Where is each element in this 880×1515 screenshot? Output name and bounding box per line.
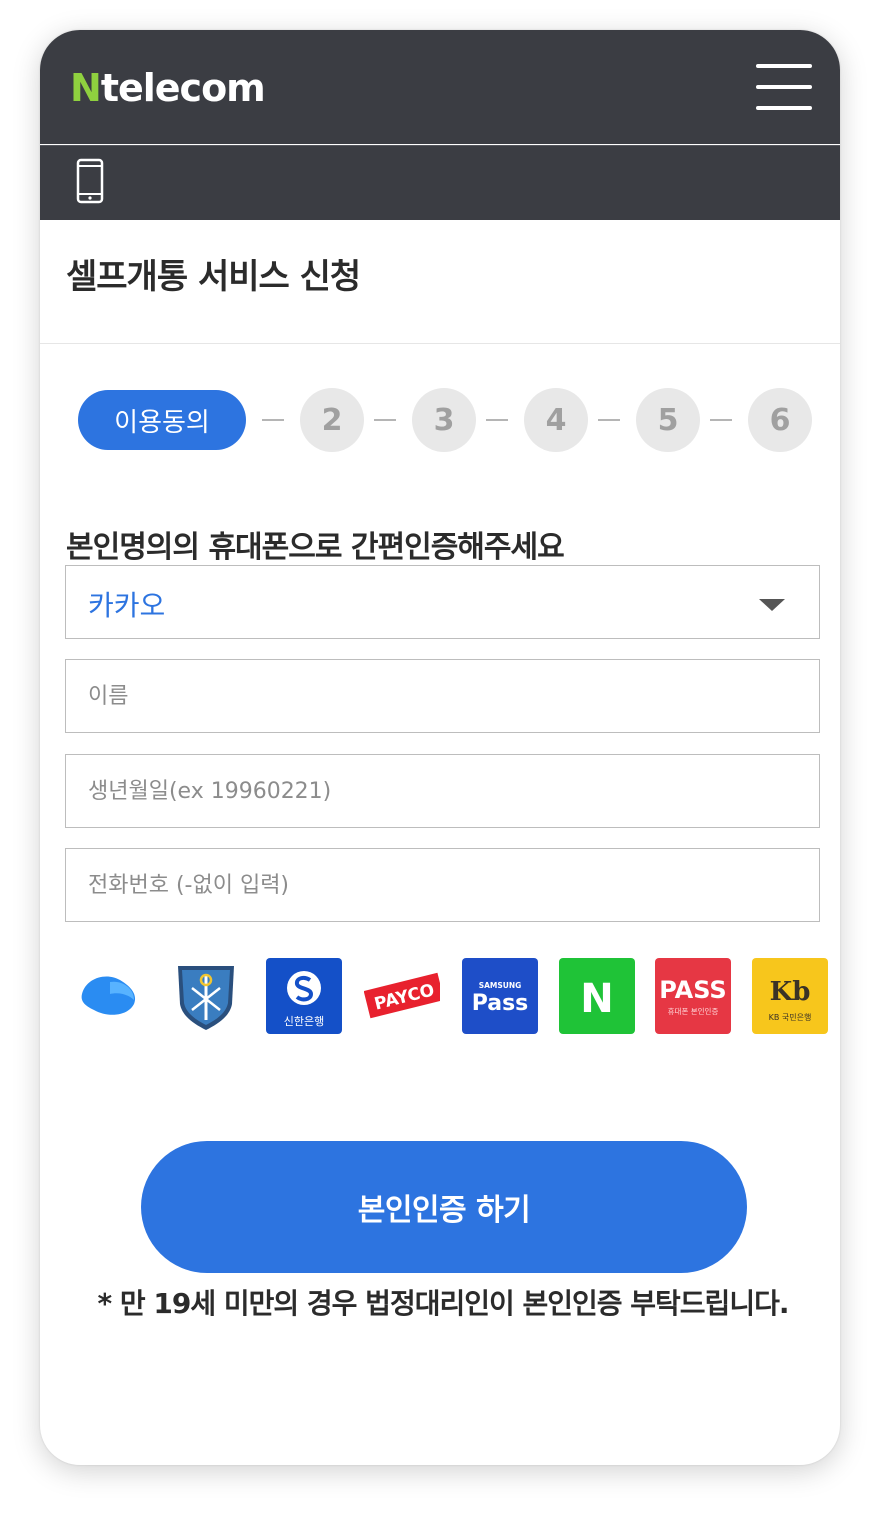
- step-1-active: 이용동의: [78, 390, 246, 450]
- step-2: 2: [300, 388, 364, 452]
- samsung-pass-label: Pass: [472, 991, 529, 1016]
- chevron-down-icon: [759, 599, 785, 611]
- step-4: 4: [524, 388, 588, 452]
- samsung-pass-icon[interactable]: SAMSUNG Pass: [462, 958, 538, 1034]
- page-title: 셀프개통 서비스 신청: [66, 257, 361, 297]
- provider-select[interactable]: 카카오: [65, 565, 820, 639]
- brand-logo-n: N: [70, 66, 102, 110]
- hamburger-line: [756, 85, 812, 89]
- shinhan-bank-icon[interactable]: 신한은행: [266, 958, 342, 1034]
- step-divider: [598, 419, 620, 421]
- auth-provider-list: 신한은행 PAYCO SAMSUNG Pass N PASS 휴대폰 본인인증: [72, 956, 828, 1036]
- naver-icon[interactable]: N: [559, 958, 635, 1034]
- step-divider: [710, 419, 732, 421]
- kb-subtext: KB 국민은행: [769, 1012, 812, 1022]
- step-divider: [486, 419, 508, 421]
- pass-subtext: 휴대폰 본인인증: [668, 1006, 719, 1016]
- kb-label: Kb: [770, 977, 811, 1007]
- phone-field-box: [65, 848, 820, 922]
- name-input[interactable]: [66, 660, 819, 732]
- birthdate-input[interactable]: [66, 755, 819, 827]
- kb-bank-icon[interactable]: Kb KB 국민은행: [752, 958, 828, 1034]
- payco-icon[interactable]: PAYCO: [364, 958, 440, 1034]
- identity-verify-button[interactable]: 본인인증 하기: [141, 1141, 747, 1273]
- step-divider: [262, 419, 284, 421]
- brand-logo-text: telecom: [100, 66, 266, 110]
- step-divider: [374, 419, 396, 421]
- sub-navigation-bar: [40, 145, 840, 220]
- step-5: 5: [636, 388, 700, 452]
- shield-cert-icon[interactable]: [168, 958, 244, 1034]
- phone-number-input[interactable]: [66, 849, 819, 921]
- step-6: 6: [748, 388, 812, 452]
- shinhan-subtext: 신한은행: [284, 1015, 324, 1028]
- pass-icon[interactable]: PASS 휴대폰 본인인증: [655, 958, 731, 1034]
- birthdate-field-box: [65, 754, 820, 828]
- phone-frame: Ntelecom 셀프개통 서비스 신청 이용동의 2 3 4 5 6 본인명의…: [40, 30, 840, 1465]
- samsung-subtext: SAMSUNG: [479, 981, 522, 990]
- provider-select-value: 카카오: [88, 589, 166, 622]
- hamburger-line: [756, 64, 812, 68]
- step-indicator: 이용동의 2 3 4 5 6: [78, 388, 812, 452]
- top-navigation-bar: Ntelecom: [40, 30, 840, 144]
- naver-label: N: [580, 976, 613, 1022]
- step-3: 3: [412, 388, 476, 452]
- mobile-phone-icon[interactable]: [76, 158, 104, 204]
- title-area: 셀프개통 서비스 신청: [40, 219, 840, 344]
- auth-instruction: 본인명의의 휴대폰으로 간편인증해주세요: [66, 530, 565, 565]
- pass-label: PASS: [659, 976, 726, 1004]
- toss-icon[interactable]: [72, 958, 148, 1034]
- hamburger-line: [756, 106, 812, 110]
- name-field-box: [65, 659, 820, 733]
- hamburger-menu-icon[interactable]: [756, 64, 812, 110]
- brand-logo[interactable]: Ntelecom: [70, 64, 266, 112]
- minor-guardian-note: * 만 19세 미만의 경우 법정대리인이 본인인증 부탁드립니다.: [97, 1287, 790, 1320]
